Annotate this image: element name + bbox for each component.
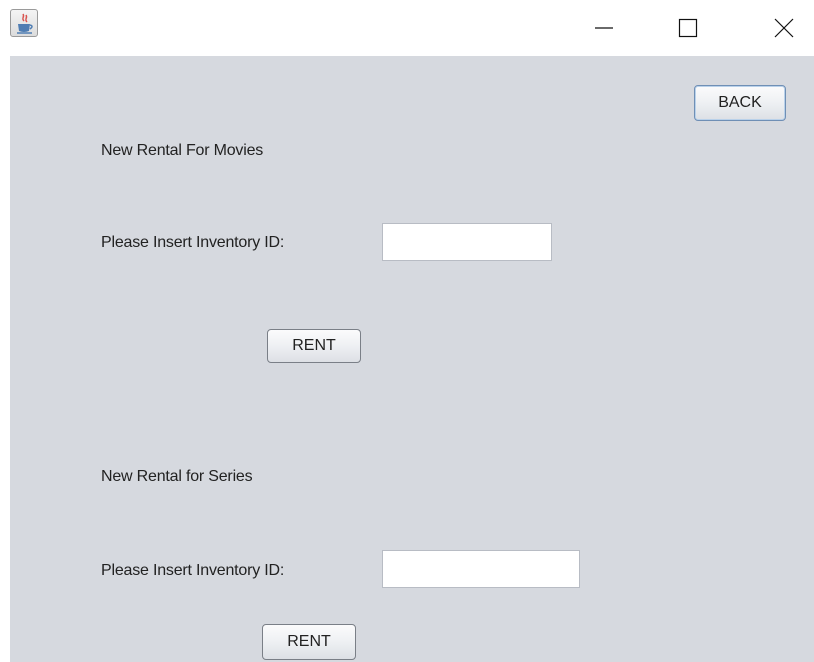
movies-rent-button[interactable]: RENT bbox=[267, 329, 361, 363]
maximize-button[interactable] bbox=[658, 0, 718, 56]
series-rent-button[interactable]: RENT bbox=[262, 624, 356, 660]
java-coffee-cup-icon[interactable] bbox=[10, 9, 38, 37]
content-panel: BACK New Rental For Movies Please Insert… bbox=[10, 56, 814, 662]
series-section-title: New Rental for Series bbox=[101, 468, 253, 485]
close-button[interactable] bbox=[754, 0, 814, 56]
maximize-icon bbox=[678, 18, 698, 38]
rental-window: BACK New Rental For Movies Please Insert… bbox=[0, 0, 814, 662]
minimize-icon bbox=[595, 27, 613, 29]
movies-inventory-label: Please Insert Inventory ID: bbox=[101, 234, 285, 251]
movies-section-title: New Rental For Movies bbox=[101, 142, 264, 159]
back-button[interactable]: BACK bbox=[694, 85, 786, 121]
series-inventory-label: Please Insert Inventory ID: bbox=[101, 562, 285, 579]
movies-inventory-id-input[interactable] bbox=[382, 223, 552, 261]
minimize-button[interactable] bbox=[574, 0, 634, 56]
title-bar bbox=[0, 0, 814, 56]
close-icon bbox=[774, 18, 794, 38]
series-inventory-id-input[interactable] bbox=[382, 550, 580, 588]
